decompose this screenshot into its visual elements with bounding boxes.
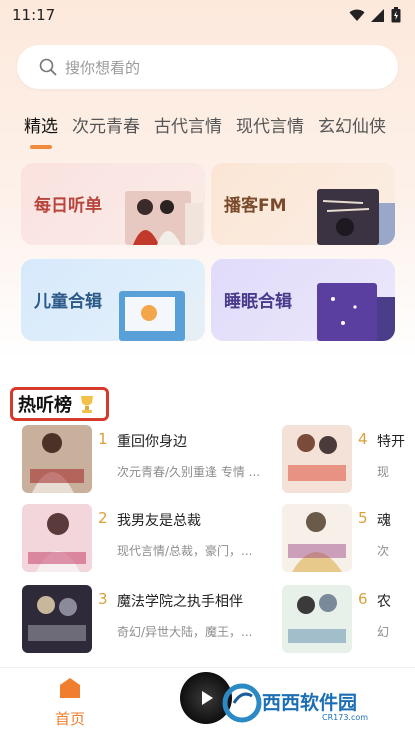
list-item[interactable]: 6 农 幻: [282, 585, 415, 653]
card-sleep-collection-label: 睡眠合辑: [224, 292, 292, 312]
nav-home-label: 首页: [54, 710, 85, 728]
wifi-icon: [349, 9, 365, 21]
tab-anime-youth[interactable]: 次元青春: [72, 112, 140, 149]
card-sleep-collection-image: [317, 283, 395, 341]
card-kids-collection-label: 儿童合辑: [34, 292, 102, 312]
book-tags: 次元青春/久别重逢 专情 ...: [117, 465, 261, 479]
rank-number: 4: [358, 430, 368, 448]
tab-ancient-romance[interactable]: 古代言情: [154, 112, 222, 149]
hot-list-title: 热听榜: [10, 387, 109, 421]
watermark-url: CR173.com: [322, 713, 368, 722]
battery-icon: [391, 7, 401, 23]
card-daily-list-label: 每日听单: [34, 196, 102, 216]
book-cover-image: [22, 585, 92, 653]
card-podcast-fm[interactable]: 播客FM: [211, 163, 395, 245]
rank-number: 1: [98, 430, 108, 448]
rank-number: 2: [98, 509, 108, 527]
status-icons: [349, 7, 401, 23]
tab-fantasy[interactable]: 玄幻仙侠: [318, 112, 386, 149]
search-bar[interactable]: 搜你想看的: [17, 45, 398, 89]
nav-home[interactable]: 首页: [50, 676, 90, 729]
rank-number: 6: [358, 590, 368, 608]
book-tags: 奇幻/异世大陆，魔王，...: [117, 625, 253, 639]
book-title: 特开: [377, 434, 405, 450]
book-tags: 现代言情/总裁，豪门，...: [117, 544, 253, 558]
signal-icon: [371, 8, 384, 22]
book-title: 农: [377, 594, 391, 610]
card-podcast-fm-label: 播客FM: [224, 196, 287, 216]
list-item[interactable]: 3 魔法学院之执手相伴 奇幻/异世大陆，魔王，...: [22, 585, 262, 653]
watermark-text: 西西软件园: [262, 691, 357, 714]
book-title: 重回你身边: [117, 434, 187, 450]
rank-number: 3: [98, 590, 108, 608]
category-tabs: 精选 次元青春 古代言情 现代言情 玄幻仙侠: [24, 112, 386, 149]
tab-featured[interactable]: 精选: [24, 112, 58, 149]
list-item[interactable]: 1 重回你身边 次元青春/久别重逢 专情 ...: [22, 425, 262, 493]
hot-list-title-text: 热听榜: [18, 395, 72, 416]
card-kids-collection-image: [119, 291, 203, 341]
book-title: 魂: [377, 513, 391, 529]
card-daily-list[interactable]: 每日听单: [21, 163, 205, 245]
tab-modern-romance[interactable]: 现代言情: [236, 112, 304, 149]
list-item[interactable]: 5 魂 次: [282, 504, 415, 572]
list-item[interactable]: 2 我男友是总裁 现代言情/总裁，豪门，...: [22, 504, 262, 572]
card-kids-collection[interactable]: 儿童合辑: [21, 259, 205, 341]
book-cover-image: [282, 504, 352, 572]
trophy-icon: [81, 396, 93, 413]
book-tags: 现: [377, 465, 390, 479]
card-daily-list-image: [125, 191, 203, 245]
play-icon: [202, 691, 213, 705]
card-sleep-collection[interactable]: 睡眠合辑: [211, 259, 395, 341]
book-title: 我男友是总裁: [117, 513, 201, 529]
home-icon: [60, 678, 80, 698]
rank-number: 5: [358, 509, 368, 527]
status-time: 11:17: [12, 6, 56, 24]
status-bar: 11:17: [0, 0, 415, 30]
card-podcast-fm-image: [317, 189, 395, 245]
list-item[interactable]: 4 特开 现: [282, 425, 415, 493]
book-tags: 次: [377, 544, 390, 558]
book-cover-image: [282, 585, 352, 653]
search-placeholder: 搜你想看的: [65, 58, 141, 77]
book-cover-image: [22, 425, 92, 493]
book-cover-image: [282, 425, 352, 493]
watermark: 西西软件园 CR173.com: [222, 683, 368, 723]
book-cover-image: [22, 504, 92, 572]
book-title: 魔法学院之执手相伴: [117, 594, 243, 610]
book-tags: 幻: [377, 625, 390, 639]
search-icon: [39, 58, 57, 76]
